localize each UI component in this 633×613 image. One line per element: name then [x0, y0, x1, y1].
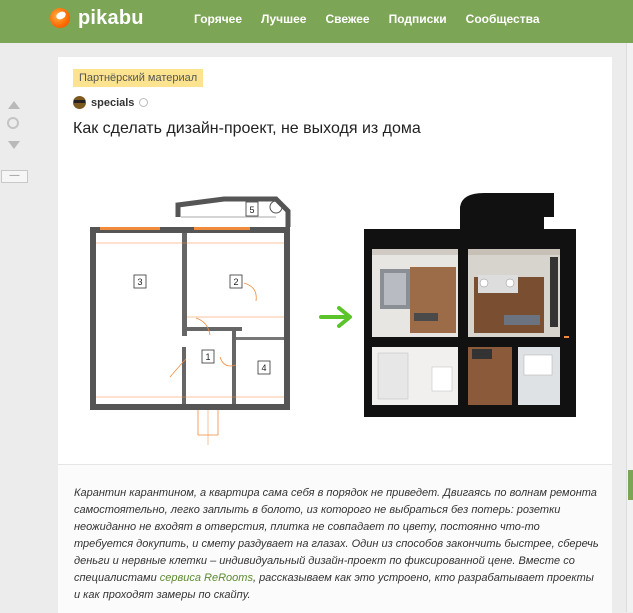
right-sidebar-edge: [626, 43, 633, 612]
verified-icon: [139, 98, 149, 107]
floor-plan-image: 5 3 2 1 4: [86, 187, 314, 447]
main-nav: Горячее Лучшее Свежее Подписки Сообществ…: [194, 12, 559, 26]
logo[interactable]: pikabu: [50, 4, 144, 32]
downvote-icon[interactable]: [8, 141, 20, 149]
top-navbar: pikabu Горячее Лучшее Свежее Подписки Со…: [0, 0, 633, 43]
arrow-right-icon: [319, 306, 352, 328]
room-2-label: 2: [233, 277, 238, 287]
right-sidebar-accent[interactable]: [628, 470, 633, 500]
nav-hot[interactable]: Горячее: [194, 12, 242, 26]
post-author: specials: [73, 96, 149, 109]
logo-text: pikabu: [78, 6, 144, 29]
post-text-block: Карантин карантином, а квартира сама себ…: [58, 464, 612, 613]
nav-communities[interactable]: Сообщества: [466, 12, 540, 26]
pikabu-logo-icon: [50, 8, 70, 28]
room-5-label: 5: [249, 205, 254, 215]
avatar[interactable]: [73, 96, 86, 109]
upvote-icon[interactable]: [8, 101, 20, 109]
nav-best[interactable]: Лучшее: [261, 12, 306, 26]
post-title[interactable]: Как сделать дизайн-проект, не выходя из …: [73, 120, 421, 138]
author-name[interactable]: specials: [91, 97, 134, 109]
room-1-label: 1: [205, 352, 210, 362]
room-3-label: 3: [137, 277, 142, 287]
partner-badge[interactable]: Партнёрский материал: [73, 69, 204, 87]
rerooms-link[interactable]: сервиса ReRooms: [160, 572, 253, 584]
nav-fresh[interactable]: Свежее: [325, 12, 369, 26]
collapse-button[interactable]: —: [1, 170, 28, 183]
post-body-text: Карантин карантином, а квартира сама себ…: [74, 487, 599, 584]
post-body: Карантин карантином, а квартира сама себ…: [74, 485, 599, 604]
post-card: Партнёрский материал specials Как сделат…: [58, 57, 612, 464]
post-rating-sidebar: —: [0, 43, 30, 612]
room-4-label: 4: [261, 363, 266, 373]
save-icon[interactable]: [7, 117, 19, 129]
apartment-render-image: [364, 187, 576, 417]
nav-subscriptions[interactable]: Подписки: [389, 12, 447, 26]
